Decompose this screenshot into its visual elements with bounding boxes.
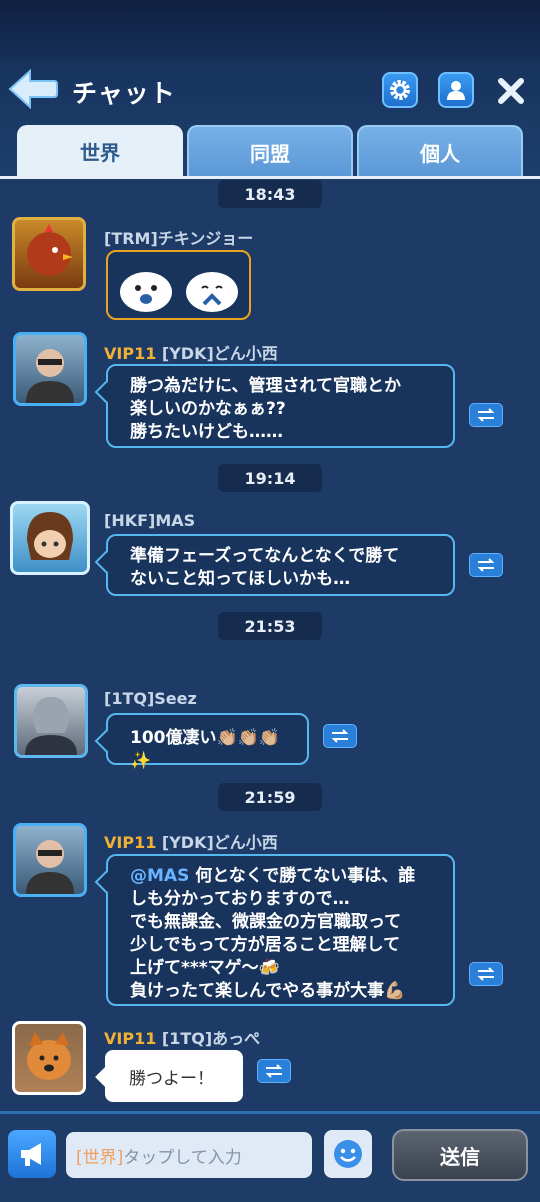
avatar[interactable] [12,217,86,291]
message-line: 楽しいのかなぁぁ?? [130,399,286,419]
translate-button[interactable] [469,962,503,986]
translate-button[interactable] [257,1059,291,1083]
translate-button[interactable] [469,553,503,577]
sender-name: [HKF]MAS [104,511,196,530]
avatar[interactable] [13,823,87,897]
avatar[interactable] [14,684,88,758]
page-title: チャット [72,79,176,108]
message-line: 上げて***マゲ～🍻 [130,958,280,978]
sender-name-text: [YDK]どん小西 [161,833,278,852]
megaphone-icon [21,1143,41,1166]
message-line: 少しでもって方が居ること理解して [130,935,401,955]
tab-world[interactable]: 世界 [17,125,183,177]
chat-list[interactable]: 18:43 [TRM]チキンジョー VIP11 [YDK]どん小西 勝つ為だけに… [0,179,540,1111]
sender-name: VIP11 [YDK]どん小西 [104,340,278,364]
swap-icon [477,408,495,422]
tab-alliance[interactable]: 同盟 [187,125,353,177]
person-avatar-icon [26,349,74,403]
sender-name: [TRM]チキンジョー [104,229,254,248]
timestamp: 19:14 [218,464,322,492]
polar-bear-sticker-icon [120,272,238,312]
message-bubble: @MAS 何となくで勝てない事は、誰 しも分かっておりますので… でも無課金、微… [106,854,455,1006]
message-bubble: 勝つよー！ [105,1050,243,1102]
input-placeholder: タップして入力 [123,1147,242,1168]
person-avatar-icon [26,840,74,894]
message-line: 勝ちたいけども…… [130,422,283,442]
vip-badge: VIP11 [104,344,157,363]
smiley-icon [334,1140,362,1168]
translate-button[interactable] [323,724,357,748]
anime-character-avatar-icon [27,512,73,560]
swap-icon [265,1064,283,1078]
back-button[interactable] [8,68,58,110]
message-bubble: 勝つ為だけに、管理されて官職とか 楽しいのかなぁぁ?? 勝ちたいけども…… [106,364,455,448]
message-line: 負けったて楽しんでやる事が大事💪🏼 [130,981,406,1001]
avatar[interactable] [13,332,87,406]
sender-name-text: [1TQ]あっぺ [161,1029,261,1048]
gear-icon [390,80,410,100]
message-bubble: 準備フェーズってなんとなくで勝て ないこと知ってほしいかも… [106,534,455,596]
send-button[interactable]: 送信 [392,1129,528,1181]
swap-icon [477,967,495,981]
person-avatar-icon [25,697,77,755]
message-line: しも分かっておりますので… [130,889,350,909]
vip-badge: VIP11 [104,833,157,852]
emoji-button[interactable] [324,1130,372,1178]
megaphone-button[interactable] [8,1130,56,1178]
swap-icon [331,729,349,743]
sender-name-text: [YDK]どん小西 [161,344,278,363]
status-bar [0,0,540,60]
swap-icon [477,558,495,572]
dog-avatar-icon [27,1032,71,1080]
profile-button[interactable] [438,72,474,108]
user-icon [447,81,465,100]
chat-input[interactable]: [世界] タップして入力 [66,1132,312,1178]
message-line: でも無課金、微課金の方官職取って [130,912,402,932]
timestamp: 21:59 [218,783,322,811]
message-line: 勝つ為だけに、管理されて官職とか [130,376,401,396]
message-line: ないこと知ってほしいかも… [130,569,351,589]
avatar[interactable] [10,501,90,575]
mention[interactable]: @MAS [130,866,189,886]
timestamp: 21:53 [218,612,322,640]
message-text: 何となくで勝てない事は、誰 [195,866,416,886]
message-line: 準備フェーズってなんとなくで勝て [130,546,400,566]
sender-name: [1TQ]Seez [104,689,197,708]
rooster-avatar-icon [27,224,73,276]
sender-name: VIP11 [1TQ]あっぺ [104,1025,260,1049]
message-line: @MAS 何となくで勝てない事は、誰 [130,865,439,888]
back-arrow-icon [8,68,58,110]
close-icon [498,78,524,104]
settings-button[interactable] [382,72,418,108]
tab-personal[interactable]: 個人 [357,125,523,177]
avatar[interactable] [12,1021,86,1095]
vip-badge: VIP11 [104,1029,157,1048]
close-button[interactable] [494,74,528,108]
translate-button[interactable] [469,403,503,427]
sender-name: VIP11 [YDK]どん小西 [104,829,278,853]
message-bubble: 100億凄い👏🏼👏🏼👏🏼✨ [106,713,309,771]
sticker-message [106,250,251,320]
timestamp: 18:43 [218,180,322,208]
channel-tag: [世界] [76,1147,124,1168]
